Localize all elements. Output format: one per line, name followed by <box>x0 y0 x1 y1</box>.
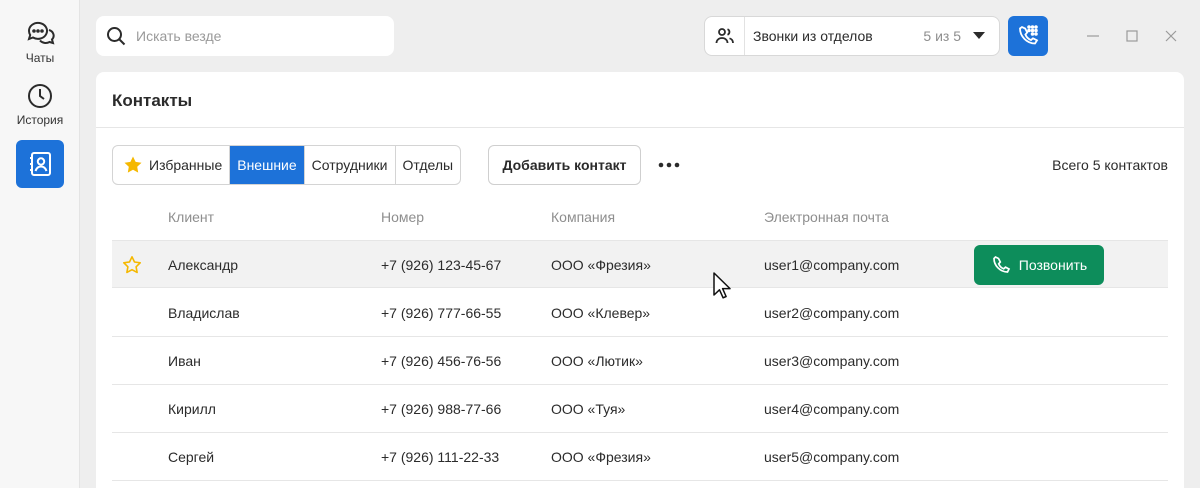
tab-favorites[interactable]: Избранные <box>113 146 231 184</box>
phone-icon <box>992 255 1010 273</box>
sidebar: Чаты История <box>0 0 80 488</box>
maximize-button[interactable] <box>1124 28 1140 44</box>
cell-phone: +7 (926) 123-45-67 <box>381 257 502 273</box>
sidebar-item-label: Чаты <box>25 51 55 65</box>
cell-phone: +7 (926) 456-76-56 <box>381 353 502 369</box>
close-button[interactable] <box>1163 28 1179 44</box>
cell-company: ООО «Туя» <box>551 401 626 417</box>
users-icon <box>715 28 734 44</box>
search-icon <box>107 27 126 46</box>
table-row[interactable]: Кирилл +7 (926) 988-77-66 ООО «Туя» user… <box>112 385 1168 433</box>
tab-label: Избранные <box>149 157 223 173</box>
add-contact-button[interactable]: Добавить контакт <box>488 145 641 185</box>
cell-phone: +7 (926) 777-66-55 <box>381 305 502 321</box>
contact-tabs: Избранные Внешние Сотрудники Отделы <box>112 145 462 185</box>
cell-client: Александр <box>168 257 239 273</box>
cell-email: user3@company.com <box>764 353 900 369</box>
cell-email: user5@company.com <box>764 449 900 465</box>
tab-external[interactable]: Внешние <box>230 146 305 184</box>
cell-email: user2@company.com <box>764 305 900 321</box>
cell-phone: +7 (926) 988-77-66 <box>381 401 502 417</box>
caret-down-icon <box>973 32 985 39</box>
cell-client: Сергей <box>168 449 215 465</box>
sidebar-item-history[interactable]: История <box>0 82 80 127</box>
cell-email: user4@company.com <box>764 401 900 417</box>
table-row[interactable]: Иван +7 (926) 456-76-56 ООО «Лютик» user… <box>112 337 1168 385</box>
table-row[interactable]: Владислав +7 (926) 777-66-55 ООО «Клевер… <box>112 289 1168 337</box>
contacts-icon <box>30 152 51 176</box>
cell-client: Иван <box>168 353 201 369</box>
maximize-icon <box>1126 30 1138 42</box>
search-box <box>96 16 394 56</box>
dialpad-button[interactable] <box>1008 16 1048 56</box>
cell-phone: +7 (926) 111-22-33 <box>381 449 500 465</box>
divider <box>96 127 1184 128</box>
star-outline-icon[interactable] <box>122 255 142 275</box>
department-calls-select[interactable]: Звонки из отделов 5 из 5 <box>704 16 1000 56</box>
tab-departments[interactable]: Отделы <box>396 146 461 184</box>
cell-company: ООО «Лютик» <box>551 353 643 369</box>
call-button[interactable]: Позвонить <box>974 245 1104 285</box>
more-options-button[interactable] <box>656 153 682 177</box>
history-icon <box>28 84 52 108</box>
search-input[interactable] <box>136 28 376 44</box>
tab-label: Отделы <box>402 157 454 173</box>
dept-select-label: Звонки из отделов <box>753 28 873 44</box>
column-header-phone: Номер <box>381 209 425 225</box>
page-title: Контакты <box>112 91 193 110</box>
tab-label: Внешние <box>237 157 297 173</box>
cell-company: ООО «Клевер» <box>551 305 651 321</box>
table-row[interactable]: Александр +7 (926) 123-45-67 ООО «Фрезия… <box>112 240 1168 288</box>
contacts-panel: Контакты Избранные Внешние Сотрудники От… <box>96 72 1184 488</box>
sidebar-item-contacts[interactable] <box>16 140 64 188</box>
dept-select-count: 5 из 5 <box>923 28 961 44</box>
call-button-label: Позвонить <box>1018 257 1088 273</box>
cell-company: ООО «Фрезия» <box>551 449 651 465</box>
tab-label: Сотрудники <box>311 157 388 173</box>
column-header-company: Компания <box>551 209 616 225</box>
mouse-cursor-icon <box>713 272 731 299</box>
close-icon <box>1165 30 1177 42</box>
sidebar-item-chats[interactable]: Чаты <box>0 18 80 65</box>
more-horizontal-icon <box>658 162 680 168</box>
sidebar-item-label: История <box>16 113 64 127</box>
dialpad-phone-icon <box>1019 25 1039 45</box>
cell-company: ООО «Фрезия» <box>551 257 651 273</box>
table-row[interactable]: Сергей +7 (926) 111-22-33 ООО «Фрезия» u… <box>112 433 1168 481</box>
minimize-icon <box>1087 35 1099 37</box>
column-header-client: Клиент <box>168 209 215 225</box>
star-filled-icon <box>124 156 142 173</box>
column-header-email: Электронная почта <box>764 209 889 225</box>
tab-employees[interactable]: Сотрудники <box>305 146 396 184</box>
cell-client: Владислав <box>168 305 240 321</box>
dept-icon-wrap <box>705 17 745 55</box>
minimize-button[interactable] <box>1085 28 1101 44</box>
cell-client: Кирилл <box>168 401 216 417</box>
chats-icon <box>27 21 55 45</box>
total-contacts: Всего 5 контактов <box>1052 157 1168 173</box>
cell-email: user1@company.com <box>764 257 900 273</box>
